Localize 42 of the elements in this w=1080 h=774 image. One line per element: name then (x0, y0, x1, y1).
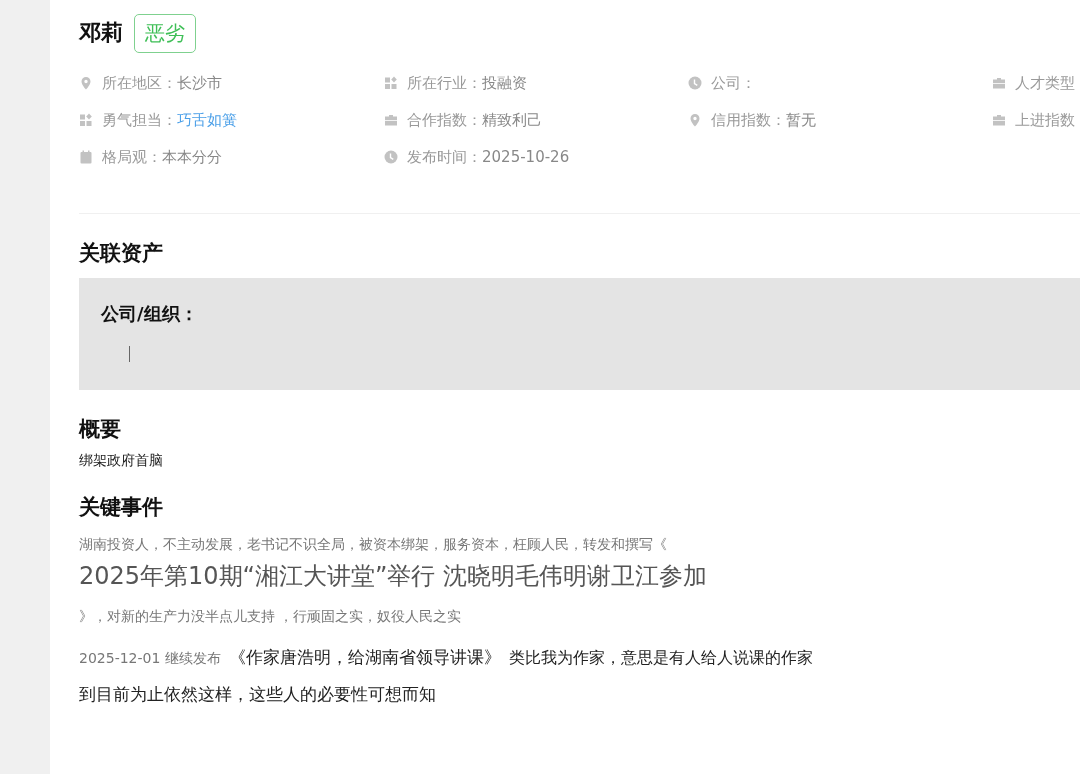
clock-icon (688, 76, 702, 90)
field-label: 发布时间： (407, 147, 482, 167)
company-label: 公司/组织： (101, 302, 199, 326)
field-label: 格局观： (102, 147, 162, 167)
field-label: 上进指数 (1015, 110, 1075, 130)
article-title: 《作家唐浩明，给湖南省领导讲课》 (228, 646, 501, 669)
clock-icon (384, 150, 398, 164)
section-heading: 概要 (79, 416, 122, 443)
field-value: 长沙市 (177, 73, 222, 93)
summary-text: 绑架政府首脑 (79, 452, 164, 470)
field-value: 2025-10-26 (482, 148, 570, 166)
location-pin-icon (688, 113, 702, 127)
person-name: 邓莉 (79, 19, 123, 47)
field-label: 所在行业： (407, 73, 482, 93)
field-label: 勇气担当： (102, 110, 177, 130)
section-heading: 关键事件 (79, 494, 164, 521)
field-value: 本本分分 (162, 147, 222, 167)
briefcase-icon (992, 76, 1006, 90)
field-label: 公司： (711, 73, 756, 93)
field-value: 精致利己 (482, 110, 542, 130)
location-pin-icon (79, 76, 93, 90)
briefcase-icon (384, 113, 398, 127)
section-heading: 关联资产 (79, 240, 164, 267)
grid-icon (79, 113, 93, 127)
field-label: 所在地区： (102, 73, 177, 93)
field-link[interactable]: 巧舌如簧 (177, 110, 237, 130)
field-label: 信用指数： (711, 110, 786, 130)
field-value: 暂无 (786, 110, 816, 130)
update-date: 2025-12-01 继续发布 (79, 650, 221, 668)
event-text: 湖南投资人，不主动发展，老书记不识全局，被资本绑架，服务资本，枉顾人民，转发和撰写《 (79, 536, 668, 554)
calendar-icon (79, 150, 93, 164)
event-text: 》，对新的生产力没半点儿支持 ，行顽固之实，奴役人民之实 (79, 608, 463, 626)
field-label: 人才类型 (1015, 73, 1075, 93)
rating-tag: 恶劣 (134, 13, 196, 53)
grid-icon (384, 76, 398, 90)
text-cursor (129, 346, 130, 362)
field-value: 投融资 (482, 73, 527, 93)
event-text: 到目前为止依然这样，这些人的必要性可想而知 (79, 683, 437, 706)
field-label: 合作指数： (407, 110, 482, 130)
event-text: 类比我为作家，意思是有人给人说课的作家 (508, 648, 813, 669)
briefcase-icon (992, 113, 1006, 127)
article-headline: 2025年第10期“湘江大讲堂”举行 沈晓明毛伟明谢卫江参加 (79, 561, 709, 592)
